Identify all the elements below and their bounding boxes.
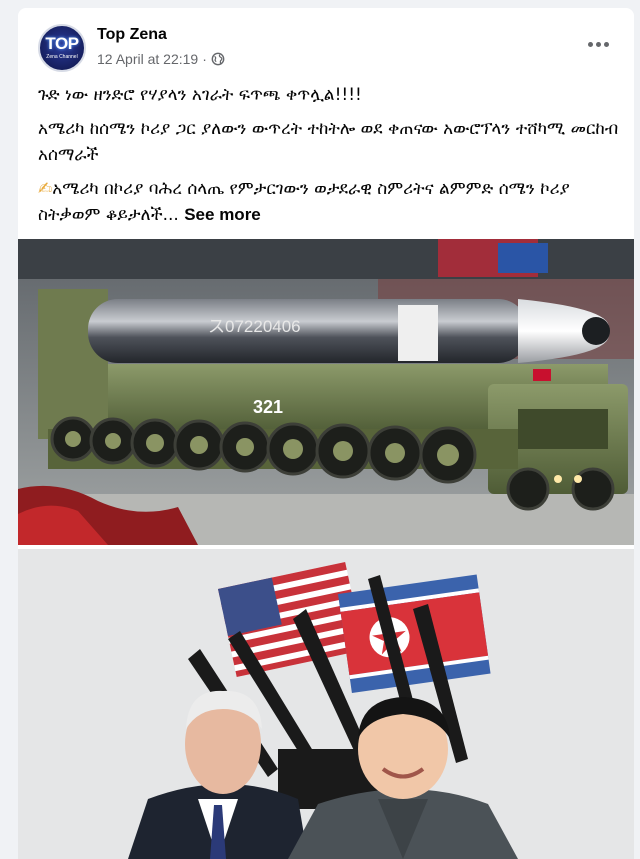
page-name-link[interactable]: Top Zena [97,26,167,44]
more-options-button[interactable] [580,30,616,58]
post-text-line: ጉድ ነው ዘንድሮ የሃያላን አገራት ፍጥጫ ቀጥሏል!!!! [38,85,362,105]
more-horizontal-icon [587,41,593,47]
globe-icon[interactable] [211,52,225,66]
writing-hand-icon: ✍ [38,179,53,199]
vehicle-mark-text: 321 [253,397,283,417]
post-timestamp[interactable]: 12 April at 22:19 [97,51,198,67]
page-avatar[interactable]: TOP Zena Channel [38,24,86,72]
post-text-line: ✍አሜሪካ በኮሪያ ባሕረ ሰላጤ የምታርገውን ወታደራዊ ስምሪትና ል… [38,176,628,228]
post-photo-missile-parade[interactable]: ス07220406 321 [18,239,634,545]
post-text-line: አሜሪካ ከሰሜን ኮሪያ ጋር ያለውን ውጥረት ተከትሎ ወደ ቀጠናው … [38,119,619,165]
avatar-logo-text: TOP [45,34,79,53]
post-text-content: አሜሪካ በኮሪያ ባሕረ ሰላጤ የምታርገውን ወታደራዊ ስምሪትና ልም… [38,179,570,225]
see-more-link[interactable]: See more [184,205,261,224]
meta-separator: · [202,51,207,67]
avatar-logo-subtext: Zena Channel [46,54,78,60]
missile-serial-text: ス07220406 [208,317,301,336]
post-text: ጉድ ነው ዘንድሮ የሃያላን አገራት ፍጥጫ ቀጥሏል!!!! አሜሪካ … [38,82,628,236]
post-photo-leaders-flags[interactable] [18,549,634,859]
post-header: TOP Zena Channel Top Zena 12 April at 22… [18,8,634,84]
post-card: TOP Zena Channel Top Zena 12 April at 22… [18,8,634,859]
post-meta: 12 April at 22:19 · [97,51,225,67]
